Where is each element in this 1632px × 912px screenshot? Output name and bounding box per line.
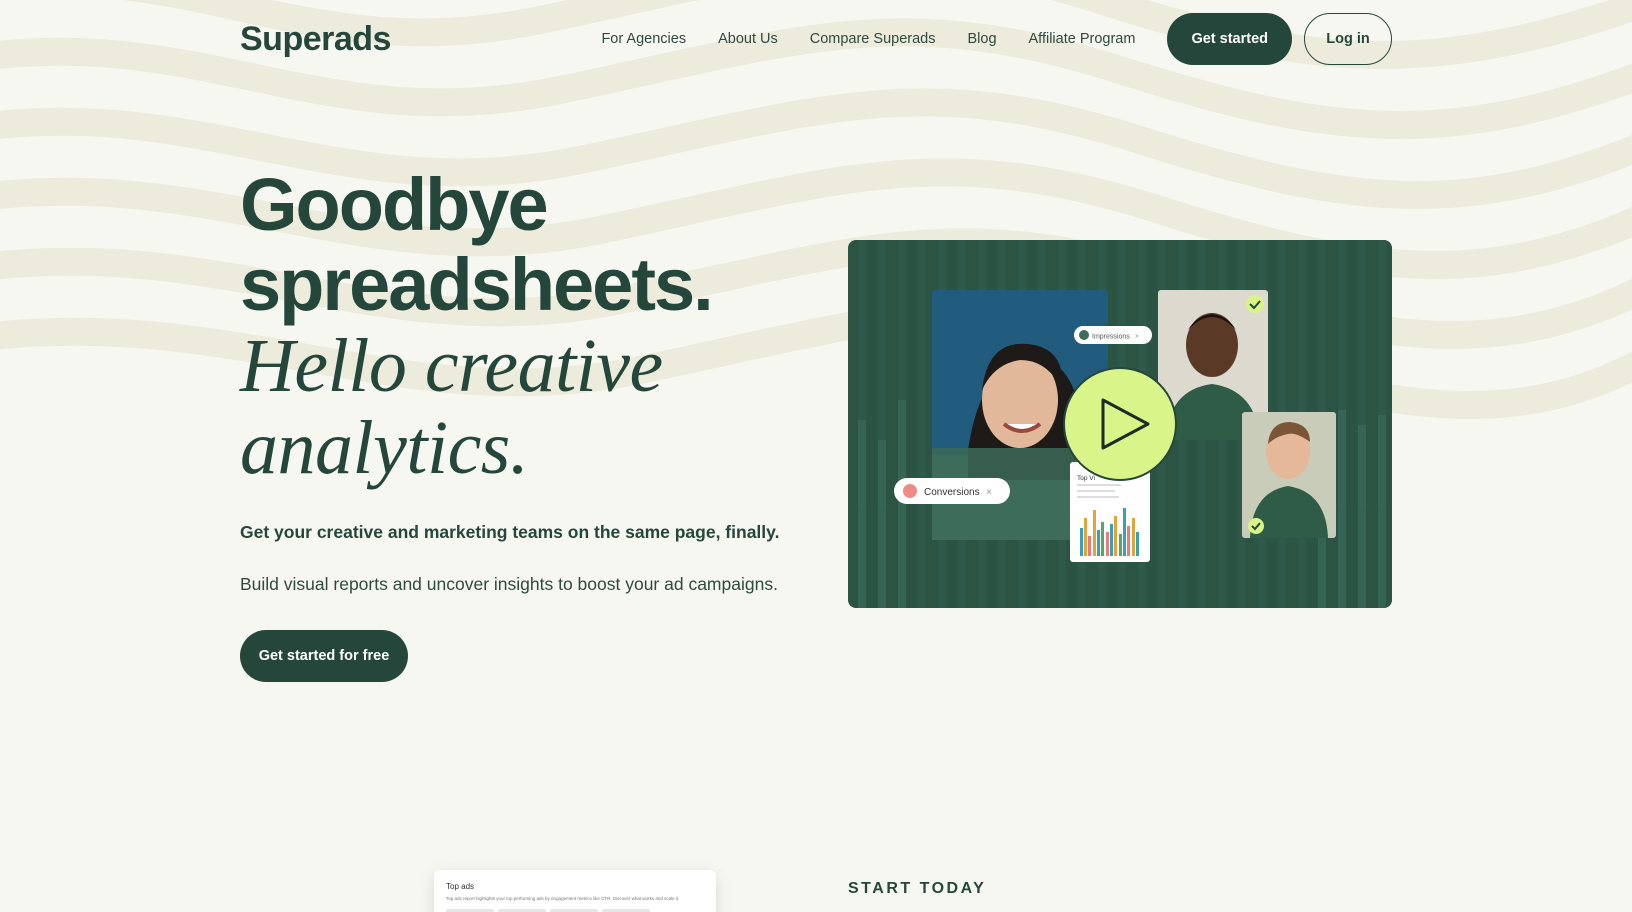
hero-subtext: Build visual reports and uncover insight…	[240, 574, 778, 594]
superads-logo[interactable]: Superads	[240, 20, 391, 59]
man-photo-card-2	[1242, 412, 1336, 538]
preview-description: Top ads report highlights your top perfo…	[446, 896, 680, 901]
nav-link-for-agencies[interactable]: For Agencies	[601, 31, 686, 47]
page: Superads For Agencies About Us Compare S…	[0, 0, 1632, 912]
hero-tagline: Get your creative and marketing teams on…	[240, 522, 780, 542]
get-started-button[interactable]: Get started	[1167, 13, 1292, 65]
get-started-free-button[interactable]: Get started for free	[240, 630, 408, 682]
headline-line-spreadsheets: spreadsheets.	[240, 243, 714, 326]
headline-line-goodbye: Goodbye	[240, 163, 549, 246]
headline-line-analytics: analytics.	[240, 406, 529, 490]
impressions-chip[interactable]: Impressions ×	[1074, 326, 1152, 344]
log-in-button[interactable]: Log in	[1304, 13, 1392, 65]
hero-headline: Goodbye spreadsheets. Hello creative ana…	[240, 163, 800, 490]
impressions-chip-label: Impressions	[1092, 334, 1130, 341]
headline-line-hello-creative: Hello creative	[240, 324, 663, 408]
svg-text:×: ×	[986, 487, 992, 498]
nav-link-affiliate-program[interactable]: Affiliate Program	[1029, 31, 1136, 47]
play-button[interactable]	[1063, 367, 1177, 481]
nav-link-blog[interactable]: Blog	[967, 31, 996, 47]
start-today-eyebrow: START TODAY	[848, 880, 987, 897]
preview-title: Top ads	[446, 882, 475, 891]
nav-link-about-us[interactable]: About Us	[718, 31, 778, 47]
svg-text:×: ×	[1135, 334, 1139, 341]
hero-video-preview[interactable]: Impressions × Conversions × Top Vi	[848, 240, 1392, 608]
main-nav: For Agencies About Us Compare Superads B…	[601, 13, 1392, 65]
conversions-chip[interactable]: Conversions ×	[894, 478, 1010, 504]
site-header: Superads For Agencies About Us Compare S…	[240, 13, 1392, 65]
nav-link-compare-superads[interactable]: Compare Superads	[810, 31, 936, 47]
top-ads-preview-card: Top ads Top ads report highlights your t…	[434, 870, 716, 912]
hero-video-graphic: Impressions × Conversions × Top Vi	[858, 240, 1386, 608]
chart-card-title: Top Vi	[1077, 475, 1095, 482]
conversions-chip-label: Conversions	[924, 487, 980, 498]
